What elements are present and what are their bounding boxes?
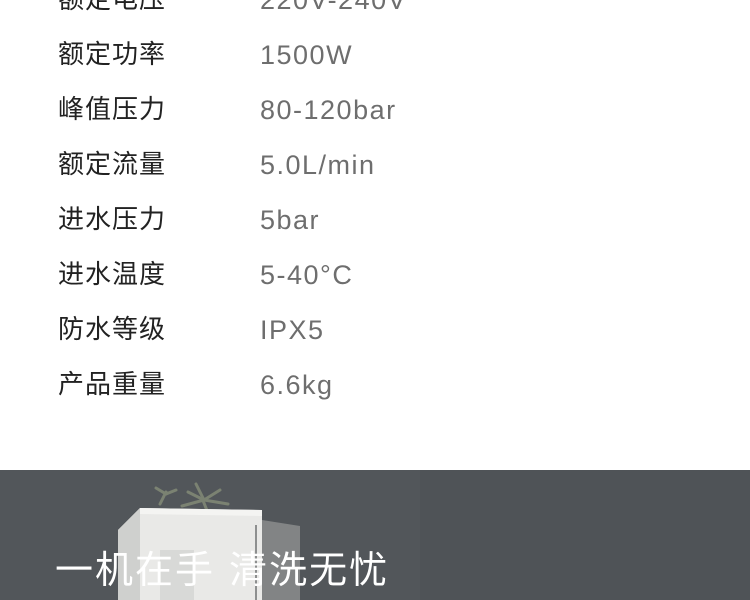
spec-label: 进水压力 (58, 205, 167, 235)
spec-value: IPX5 (260, 315, 325, 345)
spec-value: 6.6kg (260, 370, 334, 400)
spec-label: 防水等级 (58, 315, 167, 345)
spec-label: 产品重量 (58, 370, 167, 400)
spec-label: 额定流量 (58, 150, 167, 180)
spec-value: 5bar (260, 205, 321, 235)
spec-value: 1500W (260, 40, 354, 70)
spec-label: 额定功率 (58, 40, 167, 70)
spec-row-inlet-temperature: 进水温度 5-40°C (0, 247, 750, 302)
spec-table: 额定电压 220V-240V 额定功率 1500W 峰值压力 80-120bar… (0, 0, 750, 412)
product-spec-page: 额定电压 220V-240V 额定功率 1500W 峰值压力 80-120bar… (0, 0, 750, 600)
spec-row-power: 额定功率 1500W (0, 27, 750, 82)
spec-row-flow: 额定流量 5.0L/min (0, 137, 750, 192)
spec-row-peak-pressure: 峰值压力 80-120bar (0, 82, 750, 137)
spec-value: 5-40°C (260, 260, 354, 290)
spec-value: 5.0L/min (260, 150, 376, 180)
spec-row-waterproof: 防水等级 IPX5 (0, 302, 750, 357)
spec-row-voltage: 额定电压 220V-240V (0, 0, 750, 27)
spec-value: 80-120bar (260, 95, 397, 125)
spec-label: 峰值压力 (58, 95, 167, 125)
lifestyle-banner: 一机在手 清洗无忧 (0, 470, 750, 600)
spec-label: 进水温度 (58, 260, 167, 290)
banner-title: 一机在手 清洗无忧 (55, 548, 390, 592)
spec-value: 220V-240V (260, 0, 408, 15)
spec-row-weight: 产品重量 6.6kg (0, 357, 750, 412)
spec-label: 额定电压 (58, 0, 167, 15)
spec-row-inlet-pressure: 进水压力 5bar (0, 192, 750, 247)
